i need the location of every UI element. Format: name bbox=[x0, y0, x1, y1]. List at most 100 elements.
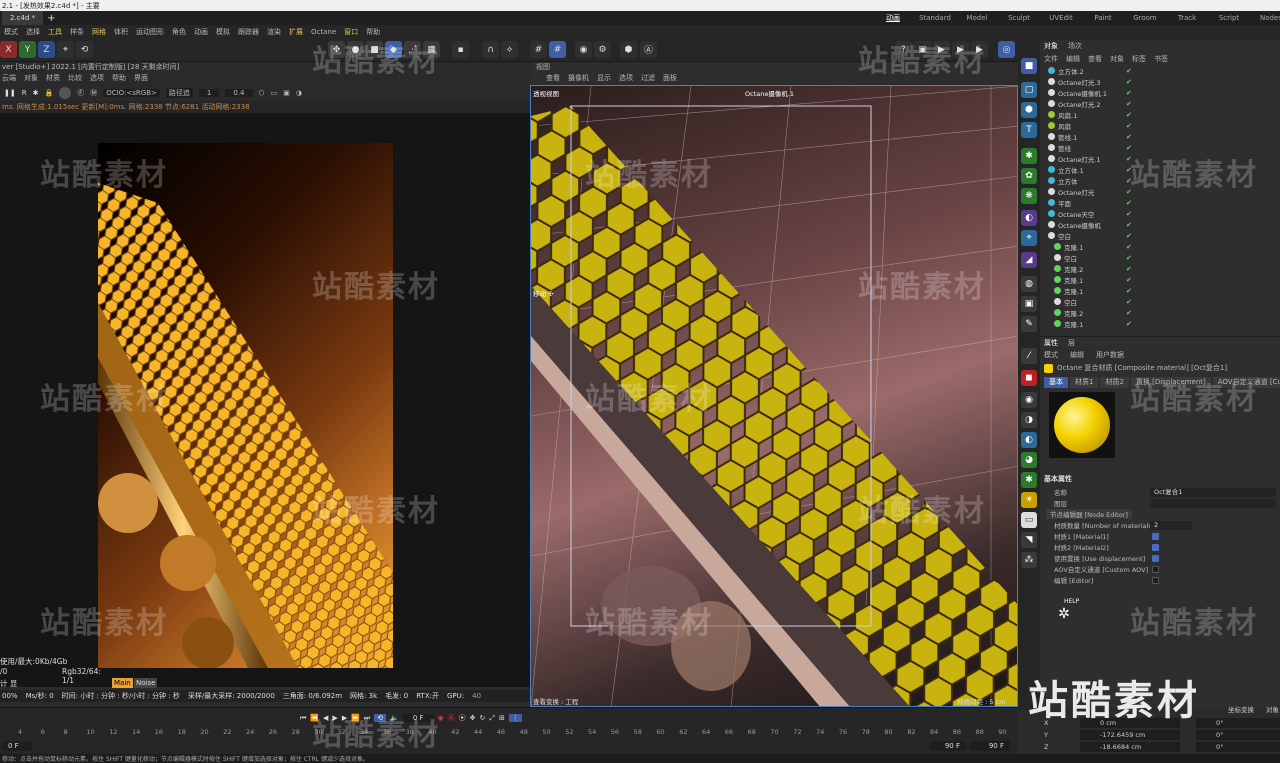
attribute-checkbox[interactable] bbox=[1152, 565, 1159, 573]
ocio-select[interactable]: OCIO:<sRGB> bbox=[103, 88, 160, 97]
visibility-check-icon[interactable]: ✔ bbox=[1126, 243, 1132, 251]
object-row[interactable]: 管线 ✔ bbox=[1040, 142, 1280, 153]
visibility-check-icon[interactable]: ✔ bbox=[1126, 100, 1132, 108]
bezier-icon[interactable]: ✎ bbox=[1021, 316, 1037, 332]
am-menu-item[interactable]: 用户数据 bbox=[1096, 350, 1124, 360]
visibility-check-icon[interactable]: ✔ bbox=[1126, 254, 1132, 262]
menu-item[interactable]: 工具 bbox=[48, 27, 62, 37]
record-icon[interactable]: ◉ bbox=[575, 41, 592, 58]
vp-menu-item[interactable]: 显示 bbox=[597, 73, 611, 83]
layout-tab[interactable]: Sculpt bbox=[998, 11, 1040, 25]
object-name[interactable]: 立方体.2 bbox=[1058, 66, 1118, 76]
next-key-icon[interactable]: ⏩ bbox=[351, 714, 360, 722]
om-menu-item[interactable]: 编辑 bbox=[1066, 54, 1080, 64]
timeline-ruler[interactable]: 4 6 8 10 12 14 16 18 20 22 24 26 28 30 32 34 36 38 40 42 44 4… bbox=[0, 728, 1018, 738]
a-icon[interactable]: Ⓐ bbox=[640, 41, 657, 58]
main-badge[interactable]: Main bbox=[112, 678, 133, 688]
object-name[interactable]: Octane天空 bbox=[1058, 209, 1118, 219]
object-row[interactable]: 空白 ✔ bbox=[1040, 252, 1280, 263]
attribute-value[interactable]: Oct复合1 bbox=[1150, 487, 1276, 497]
layout-tab[interactable]: Script bbox=[1208, 11, 1250, 25]
menu-item[interactable]: 运动图形 bbox=[136, 27, 164, 37]
object-row[interactable]: 风扇.1 ✔ bbox=[1040, 109, 1280, 120]
restart-icon[interactable]: R bbox=[22, 89, 27, 97]
tab-layers[interactable]: 层 bbox=[1068, 338, 1075, 348]
octane-camera-icon[interactable]: ◼ bbox=[1021, 370, 1037, 386]
menu-item[interactable]: 网格 bbox=[92, 27, 106, 37]
lv-menu-item[interactable]: 帮助 bbox=[112, 73, 126, 83]
object-row[interactable]: 立方体.2 ✔ bbox=[1040, 65, 1280, 76]
spline-icon[interactable]: ▢ bbox=[1021, 82, 1037, 98]
menu-item[interactable]: 模式 bbox=[4, 27, 18, 37]
end-frame-field-b[interactable]: 90 F bbox=[970, 741, 1010, 751]
visibility-check-icon[interactable]: ✔ bbox=[1126, 287, 1132, 295]
object-name[interactable]: 平面 bbox=[1058, 198, 1118, 208]
object-name[interactable]: Octane灯光.1 bbox=[1058, 154, 1118, 164]
object-name[interactable]: 克隆.2 bbox=[1064, 264, 1124, 274]
visibility-check-icon[interactable]: ✔ bbox=[1126, 166, 1132, 174]
attribute-label[interactable]: 节点编辑器 [Node Editor] bbox=[1046, 509, 1132, 519]
menu-item[interactable]: 扩展 bbox=[289, 27, 303, 37]
scale-key-icon[interactable]: ⤢ bbox=[489, 714, 495, 723]
object-name[interactable]: 克隆.1 bbox=[1064, 275, 1124, 285]
loop-icon[interactable]: ⟲ bbox=[374, 714, 387, 722]
visibility-check-icon[interactable]: ✔ bbox=[1126, 232, 1132, 240]
effector-icon[interactable]: ❋ bbox=[1021, 188, 1037, 204]
visibility-check-icon[interactable]: ✔ bbox=[1126, 320, 1132, 328]
play-icon[interactable]: ▶ bbox=[332, 714, 337, 722]
scatter-icon[interactable]: ✱ bbox=[1021, 472, 1037, 488]
menu-item[interactable]: 样条 bbox=[70, 27, 84, 37]
layout-tab[interactable]: Groom bbox=[1124, 11, 1166, 25]
menu-item[interactable]: 体积 bbox=[114, 27, 128, 37]
axis-y-button[interactable]: Y bbox=[19, 41, 36, 58]
object-name[interactable]: 管线.1 bbox=[1058, 132, 1118, 142]
hex-icon[interactable]: ⬢ bbox=[620, 41, 637, 58]
value-field-1[interactable]: 1 bbox=[198, 88, 220, 97]
coord-rot[interactable]: 0° bbox=[1196, 718, 1280, 728]
blend-icon[interactable]: ◉ bbox=[1021, 392, 1037, 408]
object-row[interactable]: Octane灯光.2 ✔ bbox=[1040, 98, 1280, 109]
attribute-checkbox[interactable] bbox=[1152, 532, 1159, 540]
value-field-2[interactable]: 0.4 bbox=[225, 88, 253, 97]
pos-key-icon[interactable]: ✥ bbox=[470, 714, 476, 722]
grid-active-icon[interactable]: # bbox=[549, 41, 566, 58]
object-row[interactable]: 风扇 ✔ bbox=[1040, 120, 1280, 131]
axis-z-button[interactable]: Z bbox=[38, 41, 55, 58]
object-row[interactable]: 平面 ✔ bbox=[1040, 197, 1280, 208]
om-menu-item[interactable]: 查看 bbox=[1088, 54, 1102, 64]
object-row[interactable]: 克隆.2 ✔ bbox=[1040, 263, 1280, 274]
menu-item[interactable]: 动画 bbox=[194, 27, 208, 37]
visibility-check-icon[interactable]: ✔ bbox=[1126, 199, 1132, 207]
object-name[interactable]: 风扇.1 bbox=[1058, 110, 1118, 120]
visibility-check-icon[interactable]: ✔ bbox=[1126, 144, 1132, 152]
subtab-custom-aov[interactable]: AOV自定义通道 [Custom A bbox=[1212, 377, 1280, 388]
layout-tab[interactable]: Paint bbox=[1082, 11, 1124, 25]
object-name[interactable]: 立方体.1 bbox=[1058, 165, 1118, 175]
rot-key-icon[interactable]: ↻ bbox=[480, 714, 486, 722]
am-menu-item[interactable]: 编辑 bbox=[1070, 350, 1084, 360]
object-row[interactable]: 克隆.1 ✔ bbox=[1040, 285, 1280, 296]
particles-icon[interactable]: ⁂ bbox=[1021, 552, 1037, 568]
object-name[interactable]: 空白 bbox=[1058, 231, 1118, 241]
object-name[interactable]: 空白 bbox=[1064, 297, 1124, 307]
sound-icon[interactable]: 🔈 bbox=[390, 714, 399, 722]
hex-icon[interactable]: ⬡ bbox=[259, 89, 265, 97]
render-view-icon[interactable]: ▶ bbox=[933, 41, 950, 58]
object-row[interactable]: 克隆.2 ✔ bbox=[1040, 307, 1280, 318]
menu-item[interactable]: 角色 bbox=[172, 27, 186, 37]
axis-x-button[interactable]: X bbox=[0, 41, 17, 58]
object-row[interactable]: 立方体 ✔ bbox=[1040, 175, 1280, 186]
visibility-check-icon[interactable]: ✔ bbox=[1126, 221, 1132, 229]
object-name[interactable]: 克隆.1 bbox=[1064, 286, 1124, 296]
vp-menu-item[interactable]: 面板 bbox=[663, 73, 677, 83]
object-name[interactable]: Octane灯光.2 bbox=[1058, 99, 1118, 109]
visibility-check-icon[interactable]: ✔ bbox=[1126, 210, 1132, 218]
keyframe-icon[interactable]: ⦿ bbox=[459, 713, 466, 723]
object-row[interactable]: Octane灯光.3 ✔ bbox=[1040, 76, 1280, 87]
attribute-value[interactable]: 2 bbox=[1150, 520, 1192, 530]
add-tab-button[interactable]: + bbox=[47, 13, 55, 24]
visibility-check-icon[interactable]: ✔ bbox=[1126, 188, 1132, 196]
tab-objects[interactable]: 对象 bbox=[1044, 41, 1058, 51]
edges-icon[interactable]: ▦ bbox=[423, 41, 440, 58]
menu-item[interactable]: Octane bbox=[311, 28, 336, 36]
